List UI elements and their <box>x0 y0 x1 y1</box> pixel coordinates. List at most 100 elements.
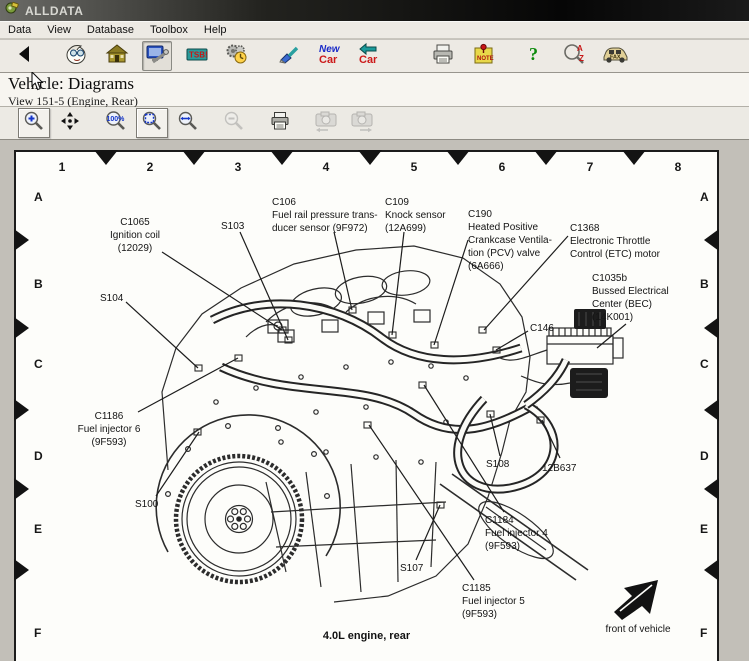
viewer-toolbar: 100% <box>0 107 749 140</box>
print-button[interactable] <box>428 41 458 71</box>
face-icon <box>65 42 89 71</box>
search-az-button[interactable]: A Z <box>560 41 590 71</box>
callout-label-c1368: C1368 Electronic Throttle Control (ETC) … <box>570 222 682 261</box>
grid-marker-triangle <box>704 317 719 339</box>
service-schedule-button[interactable] <box>222 41 252 71</box>
callout-label-c1186: C1186 Fuel injector 6 (9F593) <box>64 410 154 449</box>
help-icon: ? <box>525 42 545 71</box>
notes-button[interactable]: NOTE <box>468 41 498 71</box>
grid-column-label: 1 <box>59 160 66 174</box>
callout-label-c146: C146 <box>530 322 574 335</box>
grid-marker-triangle <box>704 478 719 500</box>
grid-marker-triangle <box>14 317 29 339</box>
grid-column-label: 4 <box>323 160 330 174</box>
vehicle-report-button[interactable]: FAX <box>600 41 630 71</box>
grid-column-label: 5 <box>411 160 418 174</box>
grid-row-label-right: F <box>700 626 707 640</box>
new-car-icon: New Car <box>316 42 342 71</box>
svg-text:Car: Car <box>359 54 378 66</box>
viewer-print-button[interactable] <box>264 108 296 138</box>
menu-data[interactable]: Data <box>0 23 39 37</box>
grid-column-label: 6 <box>499 160 506 174</box>
grid-marker-triangle <box>14 559 29 581</box>
grid-column-label: 2 <box>147 160 154 174</box>
callout-label-c1065: C1065 Ignition coil (12029) <box>96 216 174 255</box>
grid-row-label-right: C <box>700 357 709 371</box>
grid-column-label: 7 <box>587 160 594 174</box>
home-button[interactable] <box>102 41 132 71</box>
callout-label-s107: S107 <box>400 562 444 575</box>
svg-text:Car: Car <box>319 54 338 66</box>
front-of-vehicle-label: front of vehicle <box>582 624 694 635</box>
front-of-vehicle-arrow <box>614 580 658 620</box>
content-header: Vehicle: Diagrams View 151-5 (Engine, Re… <box>0 73 749 107</box>
camera-next-icon <box>348 109 376 138</box>
grid-marker-triangle <box>446 150 470 165</box>
callout-label-c1184: C1184 Fuel injector 4 (9F593) <box>485 514 575 553</box>
car-icon: FAX <box>601 42 629 71</box>
zoom-width-button[interactable] <box>172 108 204 138</box>
vehicle-info-button[interactable] <box>62 41 92 71</box>
menu-database[interactable]: Database <box>79 23 142 37</box>
menu-bar: Data View Database Toolbox Help <box>0 21 749 39</box>
diagnostic-button[interactable] <box>142 41 172 71</box>
svg-text:FAX: FAX <box>610 54 621 60</box>
grid-row-label-left: E <box>34 522 42 536</box>
grid-row-label-left: A <box>34 190 43 204</box>
menu-view[interactable]: View <box>39 23 79 37</box>
paint-button[interactable] <box>274 41 304 71</box>
previous-image-button[interactable] <box>310 108 342 138</box>
zoom-100-icon: 100% <box>104 110 128 137</box>
grid-column-label: 8 <box>675 160 682 174</box>
zoom-out-button[interactable] <box>218 108 250 138</box>
zoom-width-icon <box>177 110 199 137</box>
grid-marker-triangle <box>270 150 294 165</box>
svg-text:NOTE: NOTE <box>477 56 494 62</box>
previous-car-button[interactable]: Car <box>354 41 384 71</box>
grid-marker-triangle <box>14 478 29 500</box>
grid-row-label-left: B <box>34 277 43 291</box>
svg-text:TSB!: TSB! <box>189 50 208 59</box>
grid-marker-triangle <box>358 150 382 165</box>
svg-text:?: ? <box>529 44 538 64</box>
pan-button[interactable] <box>54 108 86 138</box>
mouse-cursor <box>31 72 45 97</box>
zoom-fit-button[interactable] <box>136 108 168 138</box>
new-car-button[interactable]: New Car <box>314 41 344 71</box>
tsb-button[interactable]: TSB! <box>182 41 212 71</box>
back-button[interactable] <box>10 41 40 71</box>
help-button[interactable]: ? <box>520 41 550 71</box>
callout-label-c1185: C1185 Fuel injector 5 (9F593) <box>462 582 552 621</box>
gears-clock-icon <box>225 42 249 71</box>
grid-marker-triangle <box>704 399 719 421</box>
tsb-icon: TSB! <box>185 42 209 71</box>
next-image-button[interactable] <box>346 108 378 138</box>
page-title: Vehicle: Diagrams <box>8 74 749 94</box>
grid-marker-triangle <box>622 150 646 165</box>
callout-label-c190: C190 Heated Positive Crankcase Ventila- … <box>468 208 570 273</box>
previous-car-icon: Car <box>356 42 382 71</box>
diagram-page[interactable]: 4.0L engine, rear front of vehicle 12345… <box>14 150 719 661</box>
grid-marker-triangle <box>704 229 719 251</box>
callout-label-c1035b: C1035b Bussed Electrical Center (BEC) (1… <box>592 272 694 324</box>
window-title: ALLDATA <box>25 4 83 18</box>
grid-row-label-right: B <box>700 277 709 291</box>
grid-marker-triangle <box>94 150 118 165</box>
grid-row-label-left: D <box>34 449 43 463</box>
note-icon: NOTE <box>471 42 495 71</box>
svg-text:A: A <box>577 44 583 53</box>
grid-marker-triangle <box>14 399 29 421</box>
main-toolbar: TSB! <box>0 40 749 73</box>
grid-marker-triangle <box>704 559 719 581</box>
grid-row-label-left: C <box>34 357 43 371</box>
app-icon <box>5 1 19 20</box>
grid-marker-triangle <box>534 150 558 165</box>
zoom-100-button[interactable]: 100% <box>100 108 132 138</box>
callout-label-s104: S104 <box>100 292 144 305</box>
svg-text:Z: Z <box>579 54 584 63</box>
zoom-in-button[interactable] <box>18 108 50 138</box>
menu-help[interactable]: Help <box>196 23 235 37</box>
menu-toolbox[interactable]: Toolbox <box>142 23 196 37</box>
grid-marker-triangle <box>182 150 206 165</box>
grid-row-label-right: D <box>700 449 709 463</box>
